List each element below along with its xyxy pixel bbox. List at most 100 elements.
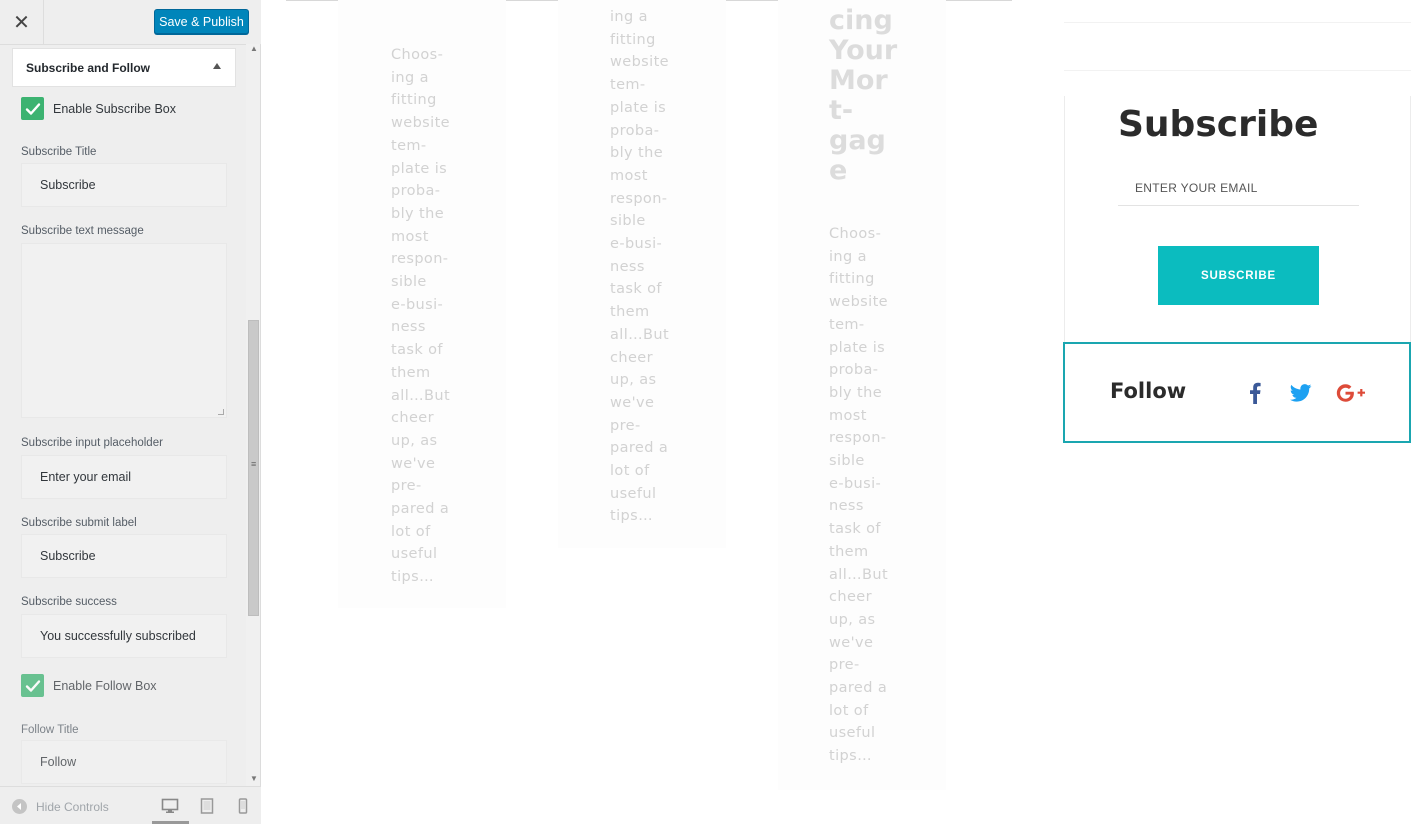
subscribe-button[interactable]: SUBSCRIBE xyxy=(1158,246,1319,305)
follow-title-label: Follow Title xyxy=(21,724,79,736)
follow-widget: Follow xyxy=(1063,342,1411,443)
ghost-excerpt-line: task of xyxy=(610,281,662,298)
scroll-grip-icon: ≡ xyxy=(251,459,257,469)
close-button[interactable]: ✕ xyxy=(0,0,44,44)
ghost-excerpt-line: lot of xyxy=(610,463,650,480)
subscribe-text-textarea[interactable] xyxy=(21,243,227,418)
sidebar-footer: Hide Controls xyxy=(0,786,261,824)
follow-widget-title: Follow xyxy=(1110,379,1187,403)
ghost-post-title-3: cing Your Mor t-gag e xyxy=(829,6,897,186)
ghost-excerpt-line: bly the xyxy=(610,145,664,162)
widget-divider xyxy=(1064,22,1411,23)
google-plus-icon[interactable] xyxy=(1334,381,1368,405)
ghost-excerpt-line: useful xyxy=(391,546,438,563)
subscribe-placeholder-input[interactable]: Enter your email xyxy=(21,455,227,499)
ghost-excerpt-line: them xyxy=(829,543,869,560)
ghost-excerpt-line: e-busi- xyxy=(829,475,882,492)
ghost-excerpt-line: fitting xyxy=(610,31,656,48)
subscribe-success-input[interactable]: You successfully subscribed xyxy=(21,614,227,658)
ghost-excerpt-line: fitting xyxy=(391,92,437,109)
resize-grip-icon[interactable] xyxy=(218,409,224,415)
ghost-excerpt-line: ing a xyxy=(610,9,648,25)
follow-title-input[interactable]: Follow xyxy=(21,740,227,784)
ghost-excerpt-line: bly the xyxy=(829,384,883,401)
ghost-excerpt-line: cheer xyxy=(391,410,434,427)
subscribe-placeholder-label: Subscribe input placeholder xyxy=(21,437,163,449)
subscribe-submit-label: Subscribe submit label xyxy=(21,517,137,529)
ghost-excerpt-line: we've xyxy=(829,634,874,651)
section-header[interactable]: Subscribe and Follow xyxy=(12,48,236,87)
site-preview: Choos-ing a fitting website tem-plate is pro… xyxy=(262,0,1411,824)
enable-follow-checkbox[interactable] xyxy=(21,674,44,697)
ghost-excerpt-line: bly the xyxy=(391,205,445,222)
ghost-excerpt-line: website xyxy=(391,115,450,132)
close-icon: ✕ xyxy=(13,10,30,34)
twitter-icon[interactable] xyxy=(1288,381,1314,405)
ghost-excerpt-line: all…But xyxy=(391,387,451,404)
ghost-title-line: t- xyxy=(829,95,854,126)
ghost-excerpt-line: tem- xyxy=(829,316,865,333)
ghost-excerpt-line: plate is xyxy=(829,339,886,356)
enable-subscribe-checkbox[interactable] xyxy=(21,97,44,120)
ghost-excerpt-line: we've xyxy=(610,394,655,411)
scroll-up-arrow-icon[interactable]: ▲ xyxy=(250,44,258,53)
ghost-post-excerpt-2: ing a fitting website tem-plate is proba-bly… xyxy=(610,6,669,528)
ghost-excerpt-line: sible xyxy=(610,213,646,230)
customizer-sidebar: ✕ Save & Publish Subscribe and Follow En… xyxy=(0,0,261,824)
ghost-excerpt-line: e-busi- xyxy=(610,236,663,253)
ghost-excerpt-line: most xyxy=(391,228,429,245)
ghost-excerpt-line: cheer xyxy=(829,589,872,606)
facebook-icon[interactable] xyxy=(1242,381,1268,405)
sidebar-header: ✕ Save & Publish xyxy=(0,0,261,45)
ghost-excerpt-line: pared a xyxy=(391,501,450,518)
ghost-excerpt-line: sible xyxy=(829,453,865,470)
ghost-excerpt-line: plate is xyxy=(391,160,448,177)
ghost-excerpt-line: website xyxy=(829,294,888,311)
checkmark-icon xyxy=(25,679,40,692)
scroll-down-arrow-icon[interactable]: ▼ xyxy=(250,774,258,783)
ghost-excerpt-line: tips… xyxy=(610,508,653,525)
ghost-excerpt-line: pre- xyxy=(610,417,641,434)
subscribe-title-input[interactable]: Subscribe xyxy=(21,163,227,207)
triangle-up-icon[interactable] xyxy=(213,63,221,69)
ghost-excerpt-line: proba- xyxy=(610,122,660,139)
ghost-excerpt-line: pared a xyxy=(610,440,669,457)
ghost-title-line: cing xyxy=(829,5,893,36)
ghost-excerpt-line: up, as xyxy=(391,432,438,449)
ghost-excerpt-line: all…But xyxy=(610,326,670,343)
ghost-excerpt-line: ness xyxy=(610,258,645,275)
ghost-excerpt-line: tips… xyxy=(829,748,872,765)
ghost-excerpt-line: lot of xyxy=(391,523,431,540)
ghost-excerpt-line: task of xyxy=(391,342,443,359)
ghost-excerpt-line: task of xyxy=(829,521,881,538)
mobile-icon[interactable] xyxy=(232,796,254,816)
ghost-excerpt-line: pre- xyxy=(829,657,860,674)
ghost-excerpt-line: up, as xyxy=(610,372,657,389)
save-publish-button[interactable]: Save & Publish xyxy=(154,9,249,34)
ghost-title-line: e xyxy=(829,155,848,186)
collapse-arrow-icon[interactable] xyxy=(12,799,27,814)
enable-follow-label: Enable Follow Box xyxy=(53,679,157,693)
ghost-excerpt-line: we've xyxy=(391,455,436,472)
ghost-excerpt-line: most xyxy=(610,167,648,184)
ghost-excerpt-line: pared a xyxy=(829,680,888,697)
ghost-excerpt-line: tem- xyxy=(391,137,427,154)
ghost-excerpt-line: sible xyxy=(391,274,427,291)
ghost-excerpt-line: respon- xyxy=(829,430,887,447)
section-title: Subscribe and Follow xyxy=(26,60,151,75)
ghost-excerpt-line: useful xyxy=(829,725,876,742)
ghost-excerpt-line: all…But xyxy=(829,566,889,583)
ghost-excerpt-line: plate is xyxy=(610,99,667,116)
ghost-excerpt-line: tips… xyxy=(391,569,434,586)
subscribe-email-input[interactable]: ENTER YOUR EMAIL xyxy=(1118,170,1359,206)
ghost-excerpt-line: up, as xyxy=(829,611,876,628)
ghost-excerpt-line: most xyxy=(829,407,867,424)
desktop-icon[interactable] xyxy=(159,796,181,816)
ghost-excerpt-line: proba- xyxy=(829,362,879,379)
tablet-icon[interactable] xyxy=(196,796,218,816)
subscribe-success-label: Subscribe success xyxy=(21,596,117,608)
ghost-excerpt-line: website xyxy=(610,54,669,71)
subscribe-submit-input[interactable]: Subscribe xyxy=(21,534,227,578)
ghost-excerpt-line: Choos- xyxy=(829,226,882,242)
hide-controls-button[interactable]: Hide Controls xyxy=(36,800,109,814)
